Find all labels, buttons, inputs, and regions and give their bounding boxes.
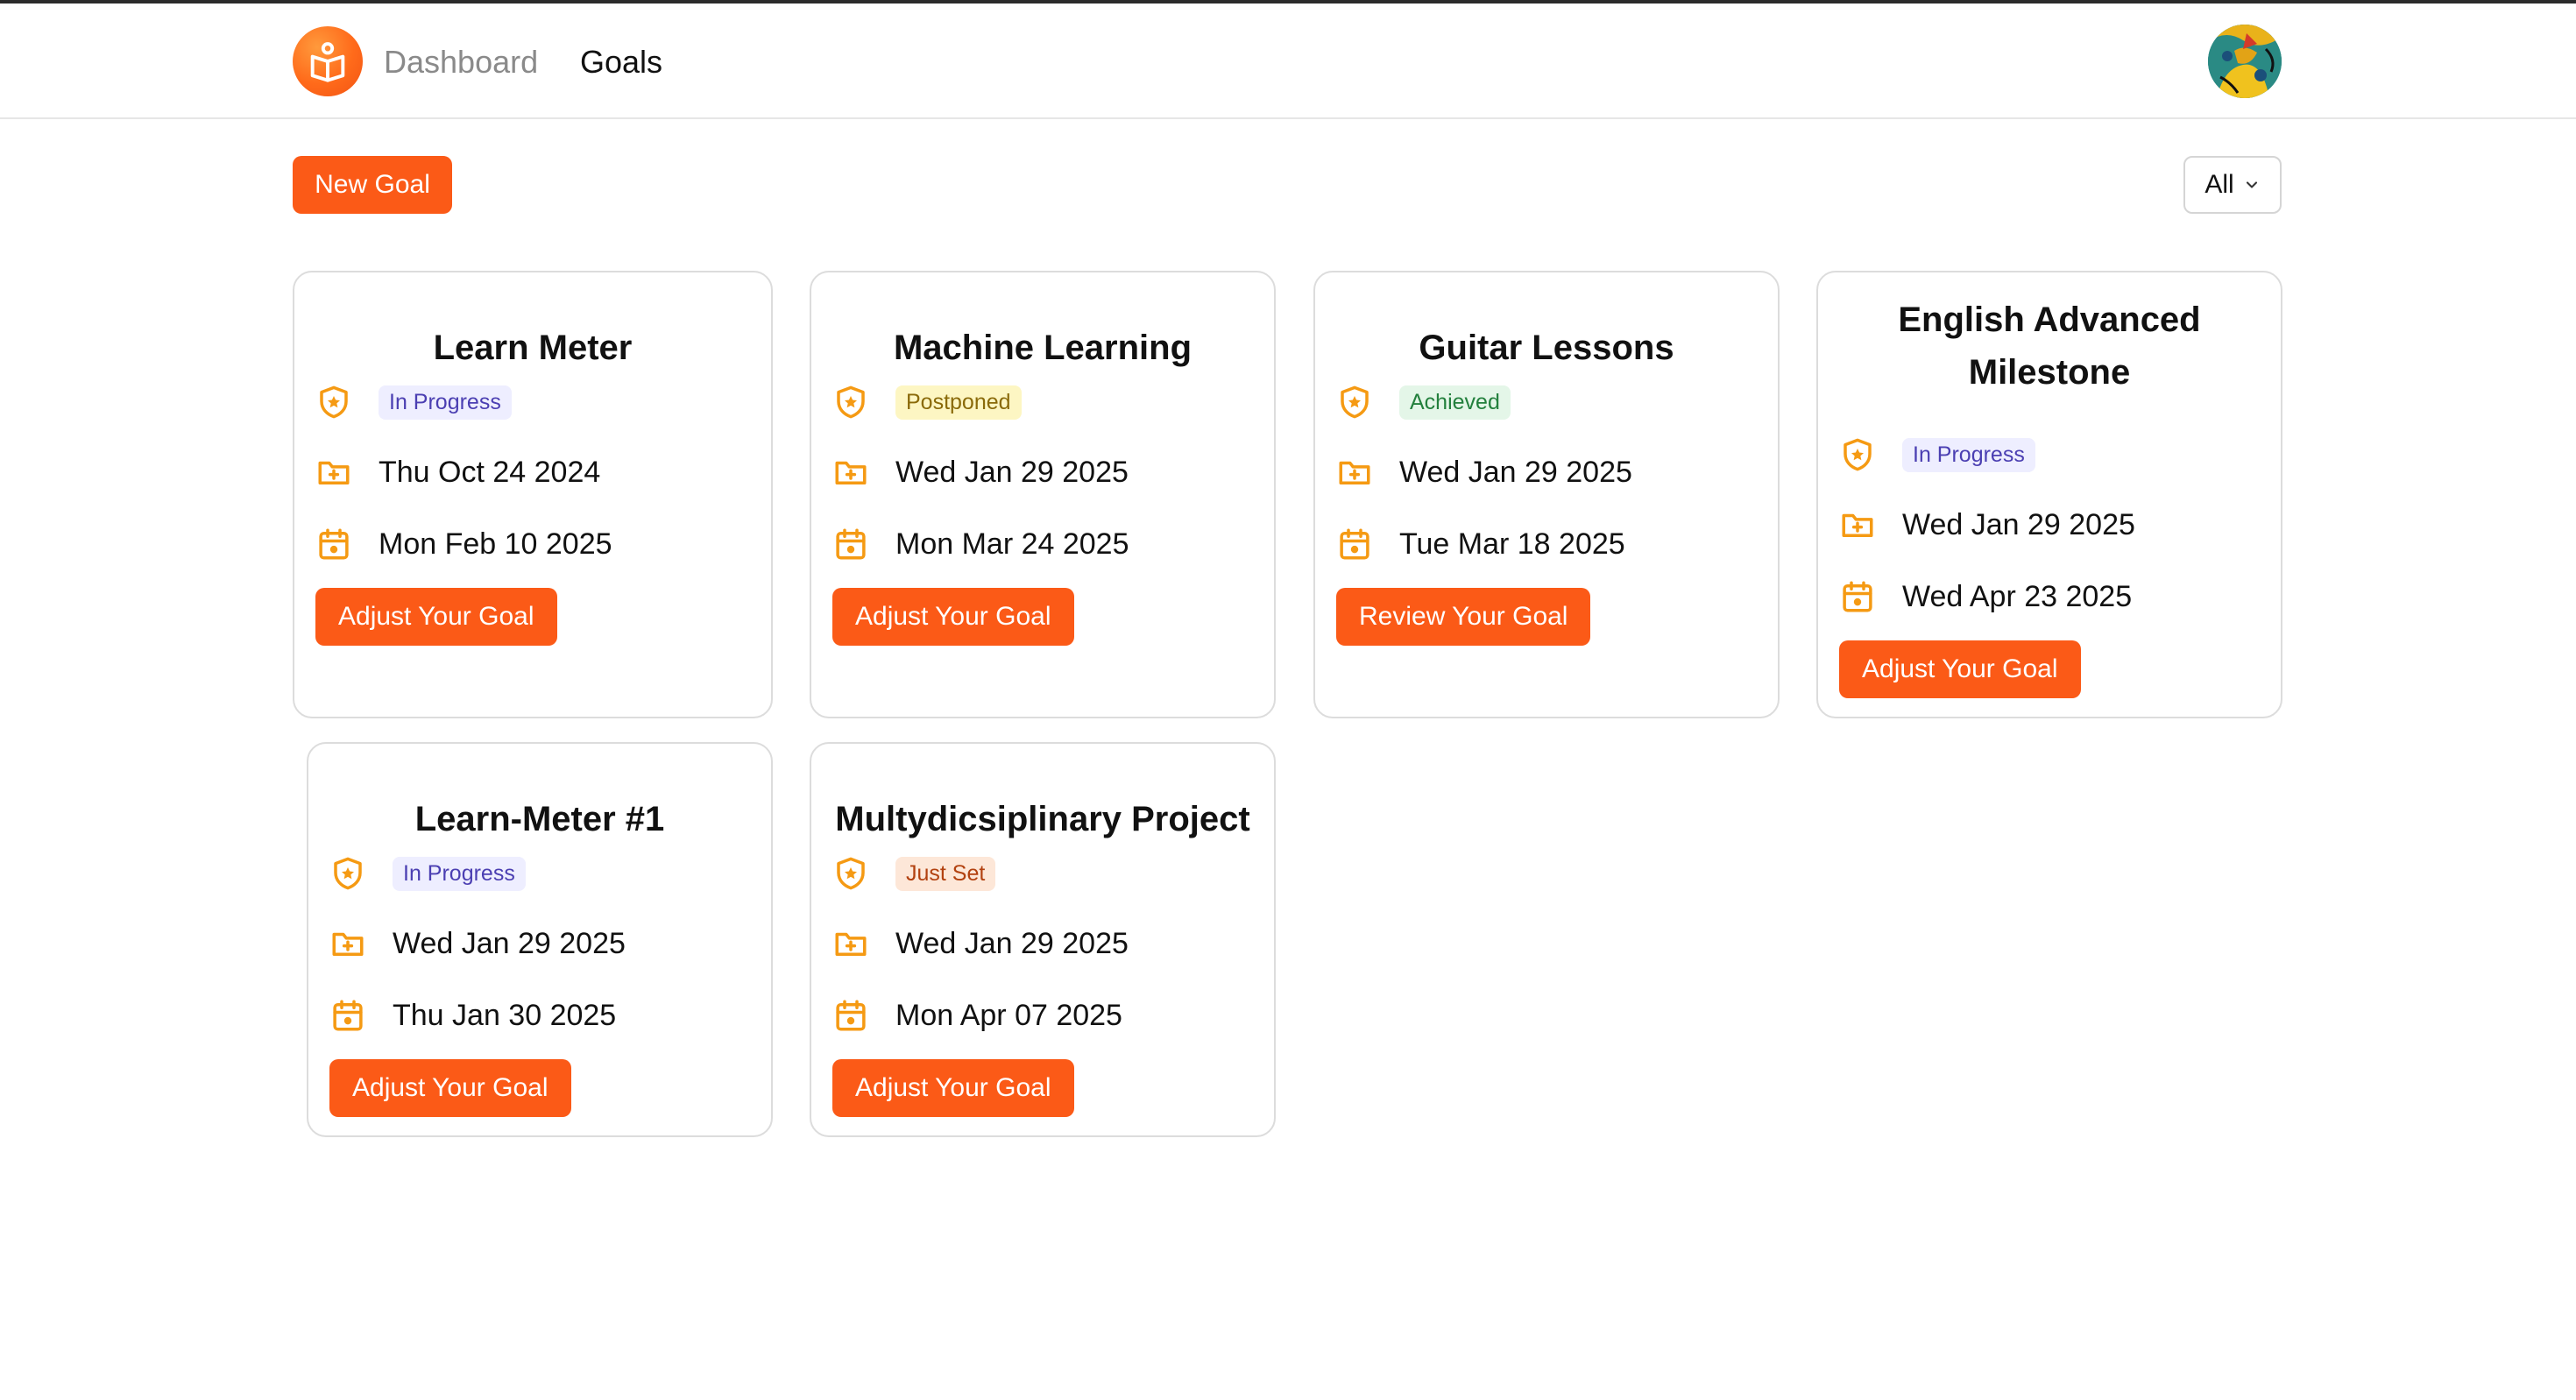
goal-title: Learn-Meter #1 <box>414 800 665 838</box>
start-date: Wed Jan 29 2025 <box>1902 507 2135 541</box>
due-date: Thu Jan 30 2025 <box>393 998 617 1032</box>
start-date: Wed Jan 29 2025 <box>1399 455 1632 489</box>
start-date: Wed Jan 29 2025 <box>895 455 1129 489</box>
folder-plus-icon <box>1839 506 1876 543</box>
folder-plus-icon <box>329 925 366 962</box>
shield-star-icon <box>832 855 869 892</box>
folder-plus-icon <box>1336 454 1373 491</box>
nav-dashboard[interactable]: Dashboard <box>384 44 538 81</box>
status-badge: Postponed <box>895 385 1022 420</box>
goal-card: Guitar Lessons Achieved Wed Jan 29 2025 … <box>1313 271 1780 718</box>
due-date-row: Mon Feb 10 2025 <box>315 516 612 572</box>
avatar[interactable] <box>2208 25 2282 98</box>
goal-card: Learn-Meter #1 In Progress Wed Jan 29 20… <box>307 742 773 1137</box>
calendar-icon <box>329 997 366 1034</box>
due-date: Mon Apr 07 2025 <box>895 998 1122 1032</box>
goal-card: Multydicsiplinary Project Just Set Wed J… <box>810 742 1276 1137</box>
start-date-row: Thu Oct 24 2024 <box>315 444 600 500</box>
status-filter-select[interactable]: All <box>2183 156 2282 214</box>
status-row: In Progress <box>329 845 526 902</box>
calendar-icon <box>315 526 352 562</box>
goal-title: Machine Learning <box>893 329 1192 367</box>
start-date: Wed Jan 29 2025 <box>895 926 1129 960</box>
goal-title: Guitar Lessons <box>1419 329 1674 367</box>
book-house-icon <box>310 42 345 82</box>
start-date-row: Wed Jan 29 2025 <box>832 916 1129 972</box>
status-row: Just Set <box>832 845 996 902</box>
due-date-row: Mon Apr 07 2025 <box>832 987 1122 1043</box>
goal-title: Learn Meter <box>433 329 633 367</box>
start-date-row: Wed Jan 29 2025 <box>329 916 626 972</box>
status-row: In Progress <box>1839 427 2035 483</box>
due-date-row: Thu Jan 30 2025 <box>329 987 616 1043</box>
goal-title-line: English Advanced <box>1898 301 2201 339</box>
due-date-row: Mon Mar 24 2025 <box>832 516 1129 572</box>
calendar-icon <box>832 526 869 562</box>
adjust-goal-button[interactable]: Adjust Your Goal <box>329 1059 571 1117</box>
due-date-row: Tue Mar 18 2025 <box>1336 516 1625 572</box>
adjust-goal-button[interactable]: Adjust Your Goal <box>832 588 1074 646</box>
start-date: Wed Jan 29 2025 <box>393 926 626 960</box>
calendar-icon <box>832 997 869 1034</box>
status-row: In Progress <box>315 374 512 430</box>
status-badge: In Progress <box>379 385 512 420</box>
avatar-image <box>2208 25 2282 98</box>
due-date-row: Wed Apr 23 2025 <box>1839 569 2132 625</box>
due-date: Mon Mar 24 2025 <box>895 527 1129 561</box>
goal-title: Multydicsiplinary Project <box>835 800 1250 838</box>
adjust-goal-button[interactable]: Adjust Your Goal <box>1839 640 2081 698</box>
start-date-row: Wed Jan 29 2025 <box>832 444 1129 500</box>
goal-card: English Advanced Milestone In Progress W… <box>1816 271 2282 718</box>
start-date: Thu Oct 24 2024 <box>379 455 601 489</box>
calendar-icon <box>1839 578 1876 615</box>
due-date: Mon Feb 10 2025 <box>379 527 612 561</box>
shield-star-icon <box>1336 384 1373 421</box>
goal-card: Learn Meter In Progress Thu Oct 24 2024 … <box>293 271 773 718</box>
shield-star-icon <box>1839 436 1876 473</box>
folder-plus-icon <box>315 454 352 491</box>
navbar: Dashboard Goals <box>0 4 2576 119</box>
adjust-goal-button[interactable]: Adjust Your Goal <box>832 1059 1074 1117</box>
shield-star-icon <box>315 384 352 421</box>
shield-star-icon <box>329 855 366 892</box>
start-date-row: Wed Jan 29 2025 <box>1839 497 2135 553</box>
shield-star-icon <box>832 384 869 421</box>
calendar-icon <box>1336 526 1373 562</box>
goal-title: English Advanced Milestone <box>1818 293 2281 399</box>
status-row: Postponed <box>832 374 1022 430</box>
new-goal-button[interactable]: New Goal <box>293 156 452 214</box>
folder-plus-icon <box>832 925 869 962</box>
adjust-goal-button[interactable]: Adjust Your Goal <box>315 588 557 646</box>
goal-title-line: Milestone <box>1968 353 2131 392</box>
due-date: Tue Mar 18 2025 <box>1399 527 1625 561</box>
chevron-down-icon <box>2246 181 2257 188</box>
status-badge: Achieved <box>1399 385 1511 420</box>
status-badge: In Progress <box>1902 437 2035 472</box>
status-row: Achieved <box>1336 374 1511 430</box>
start-date-row: Wed Jan 29 2025 <box>1336 444 1632 500</box>
filter-value: All <box>2204 170 2234 199</box>
status-badge: In Progress <box>393 856 526 891</box>
due-date: Wed Apr 23 2025 <box>1902 579 2133 613</box>
status-badge: Just Set <box>895 856 996 891</box>
app-logo[interactable] <box>293 26 363 96</box>
nav-goals[interactable]: Goals <box>580 44 662 81</box>
folder-plus-icon <box>832 454 869 491</box>
goal-card: Machine Learning Postponed Wed Jan 29 20… <box>810 271 1276 718</box>
review-goal-button[interactable]: Review Your Goal <box>1336 588 1591 646</box>
